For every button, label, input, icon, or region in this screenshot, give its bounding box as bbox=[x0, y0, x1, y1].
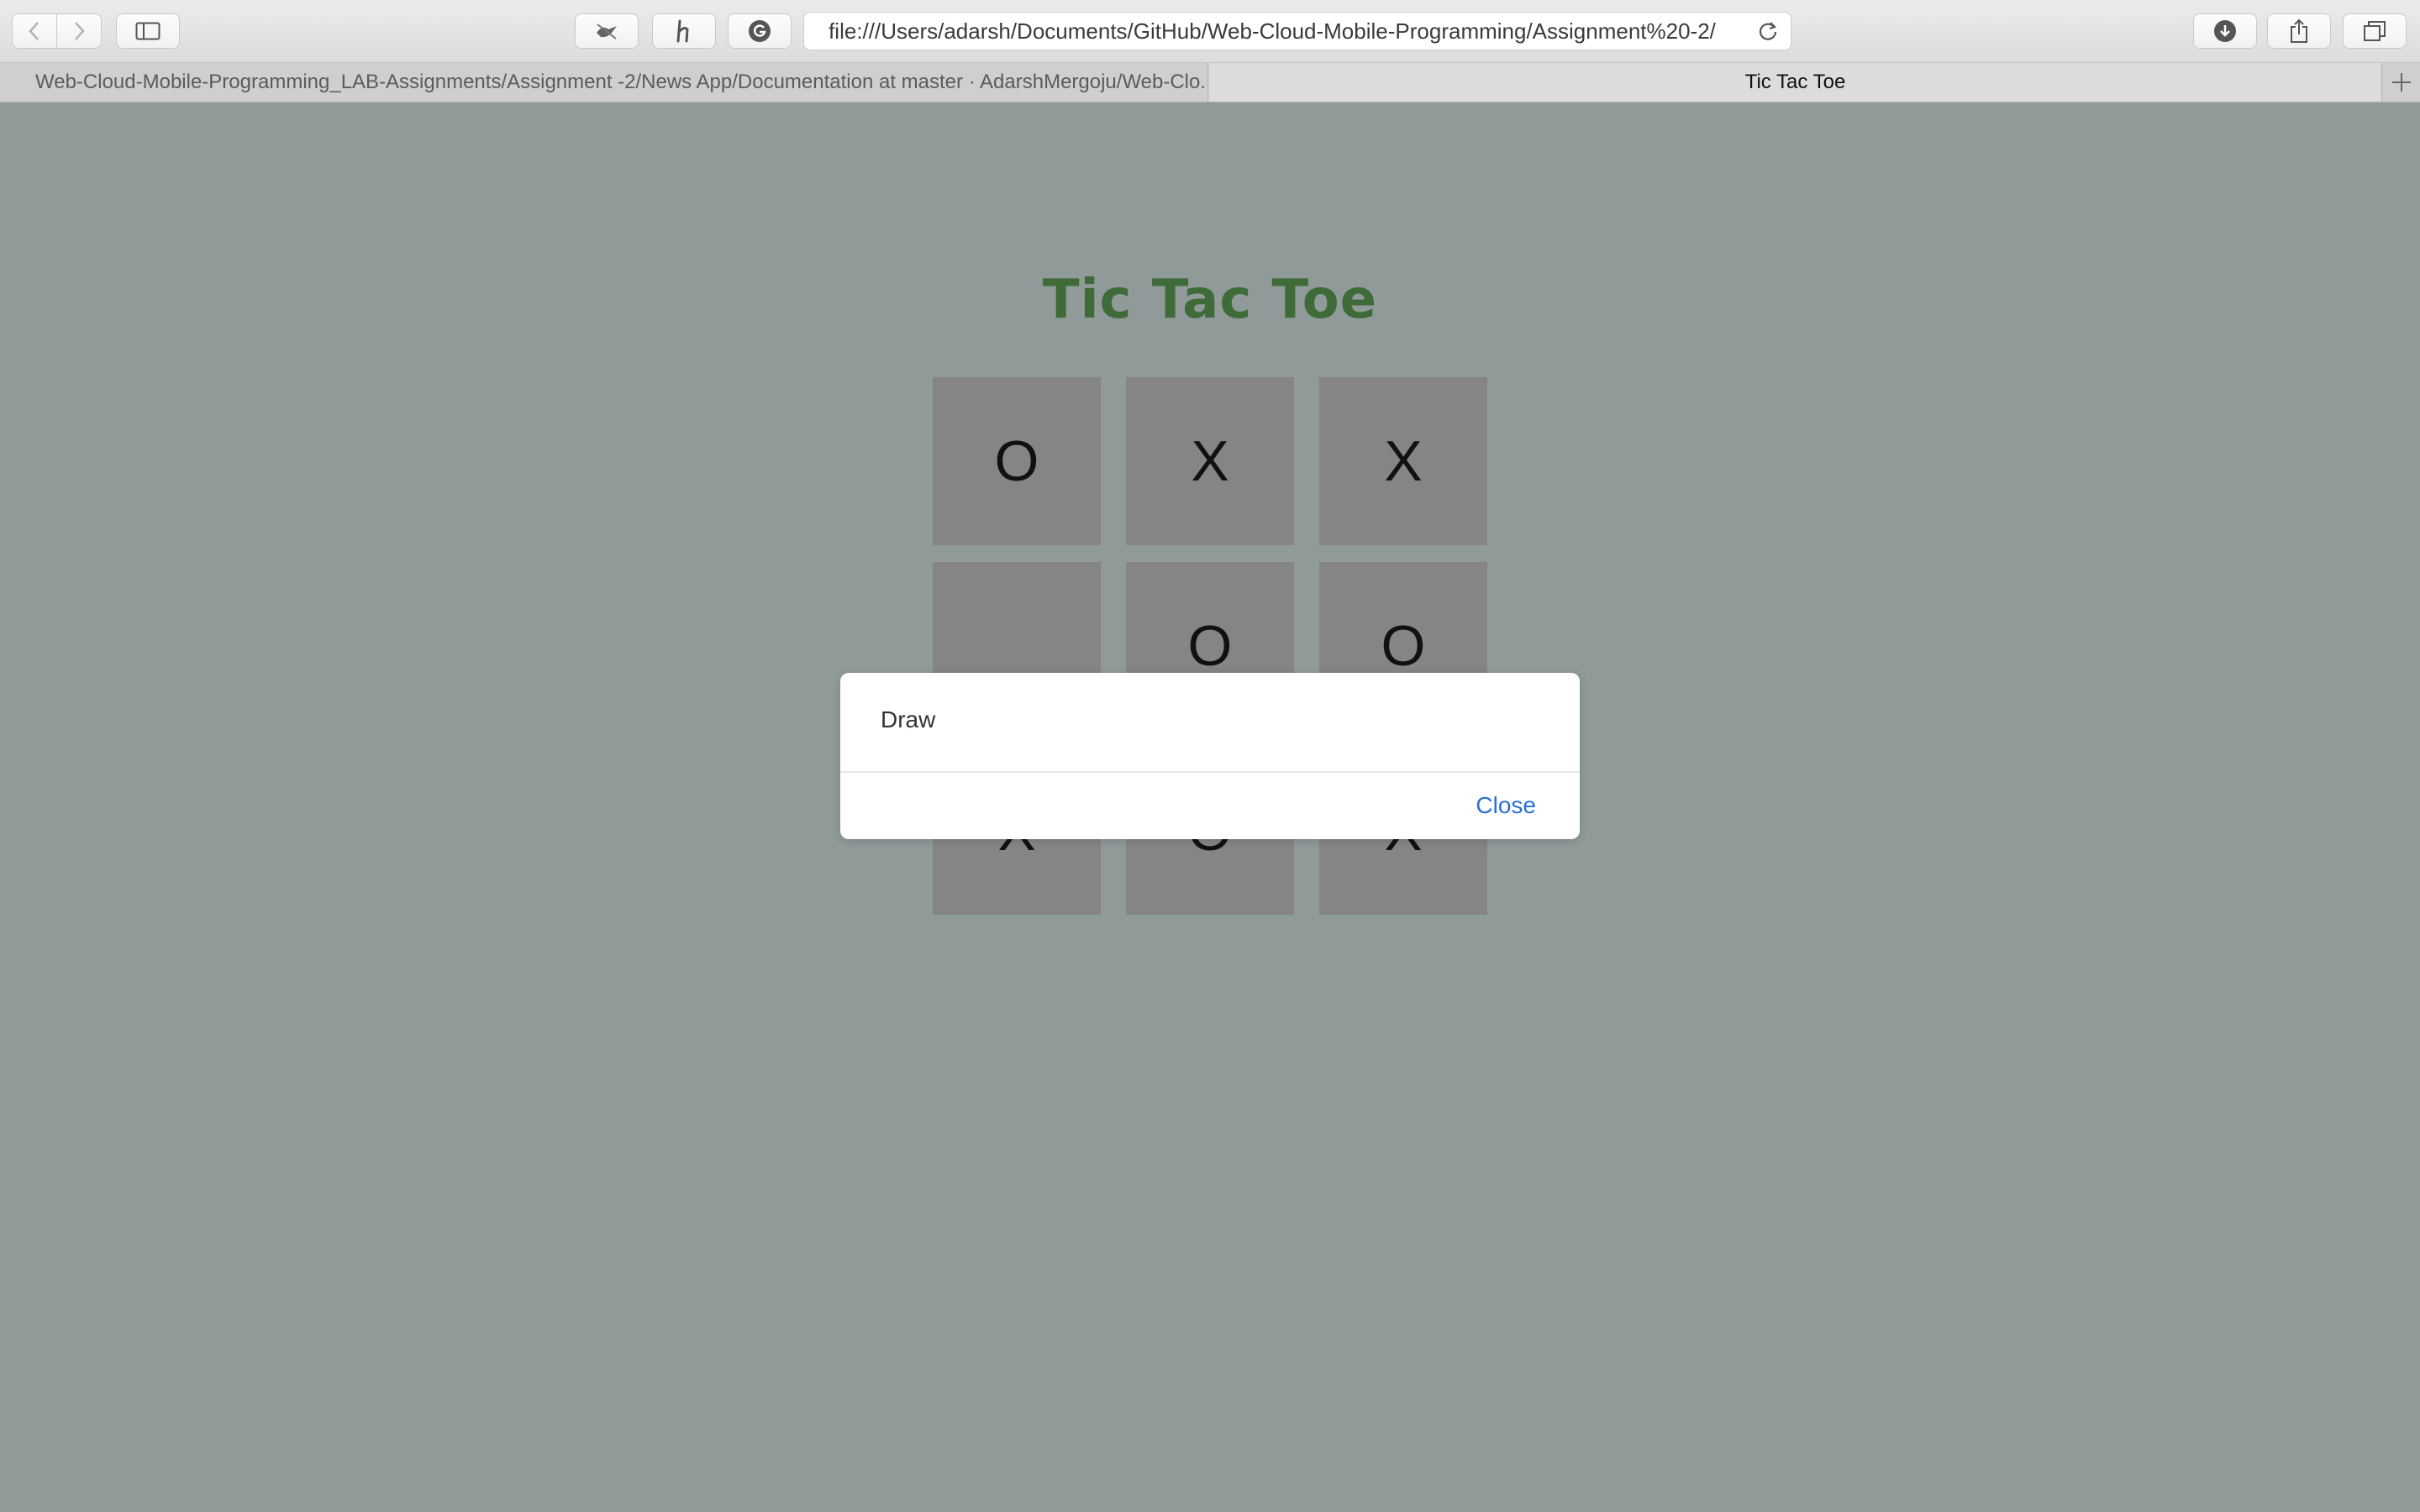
share-icon bbox=[2291, 18, 2307, 43]
tabs-overview-icon bbox=[2364, 21, 2386, 41]
address-bar[interactable]: file:///Users/adarsh/Documents/GitHub/We… bbox=[803, 12, 1791, 50]
new-tab-button[interactable] bbox=[2383, 63, 2420, 102]
sidebar-icon bbox=[135, 22, 160, 40]
close-button[interactable]: Close bbox=[1476, 792, 1536, 819]
download-icon bbox=[2214, 20, 2236, 42]
tab-tic-tac-toe[interactable]: Tic Tac Toe bbox=[1209, 63, 2382, 102]
forward-button[interactable] bbox=[56, 13, 102, 49]
grammarly-icon bbox=[749, 20, 771, 42]
tab-bar: Web-Cloud-Mobile-Programming_LAB-Assignm… bbox=[0, 63, 2420, 102]
page-title: Tic Tac Toe bbox=[1042, 269, 1378, 331]
extension-grammarly-button[interactable] bbox=[728, 13, 792, 49]
modal-divider bbox=[840, 771, 1580, 773]
result-modal: Draw Close bbox=[840, 673, 1580, 839]
downloads-button[interactable] bbox=[2193, 13, 2257, 49]
h-icon bbox=[676, 19, 689, 43]
tab-github-documentation[interactable]: Web-Cloud-Mobile-Programming_LAB-Assignm… bbox=[0, 63, 1208, 102]
chevron-left-icon bbox=[29, 22, 39, 40]
bird-icon bbox=[597, 24, 617, 39]
modal-message: Draw bbox=[881, 706, 936, 732]
sidebar-button[interactable] bbox=[116, 13, 180, 49]
extension-h-button[interactable] bbox=[652, 13, 716, 49]
board-cell[interactable]: X bbox=[1319, 377, 1487, 545]
reload-icon bbox=[1759, 22, 1777, 40]
plus-icon bbox=[2392, 73, 2411, 92]
reload-button[interactable] bbox=[1755, 18, 1781, 44]
chevron-right-icon bbox=[75, 22, 85, 40]
back-button[interactable] bbox=[12, 13, 57, 49]
board-cell[interactable]: X bbox=[1126, 377, 1294, 545]
extension-bird-button[interactable] bbox=[575, 13, 639, 49]
share-button[interactable] bbox=[2267, 13, 2331, 49]
url-text[interactable]: file:///Users/adarsh/Documents/GitHub/We… bbox=[804, 13, 1740, 50]
board-cell[interactable]: O bbox=[933, 377, 1101, 545]
browser-toolbar: file:///Users/adarsh/Documents/GitHub/We… bbox=[0, 0, 2420, 63]
tabs-overview-button[interactable] bbox=[2343, 13, 2407, 49]
